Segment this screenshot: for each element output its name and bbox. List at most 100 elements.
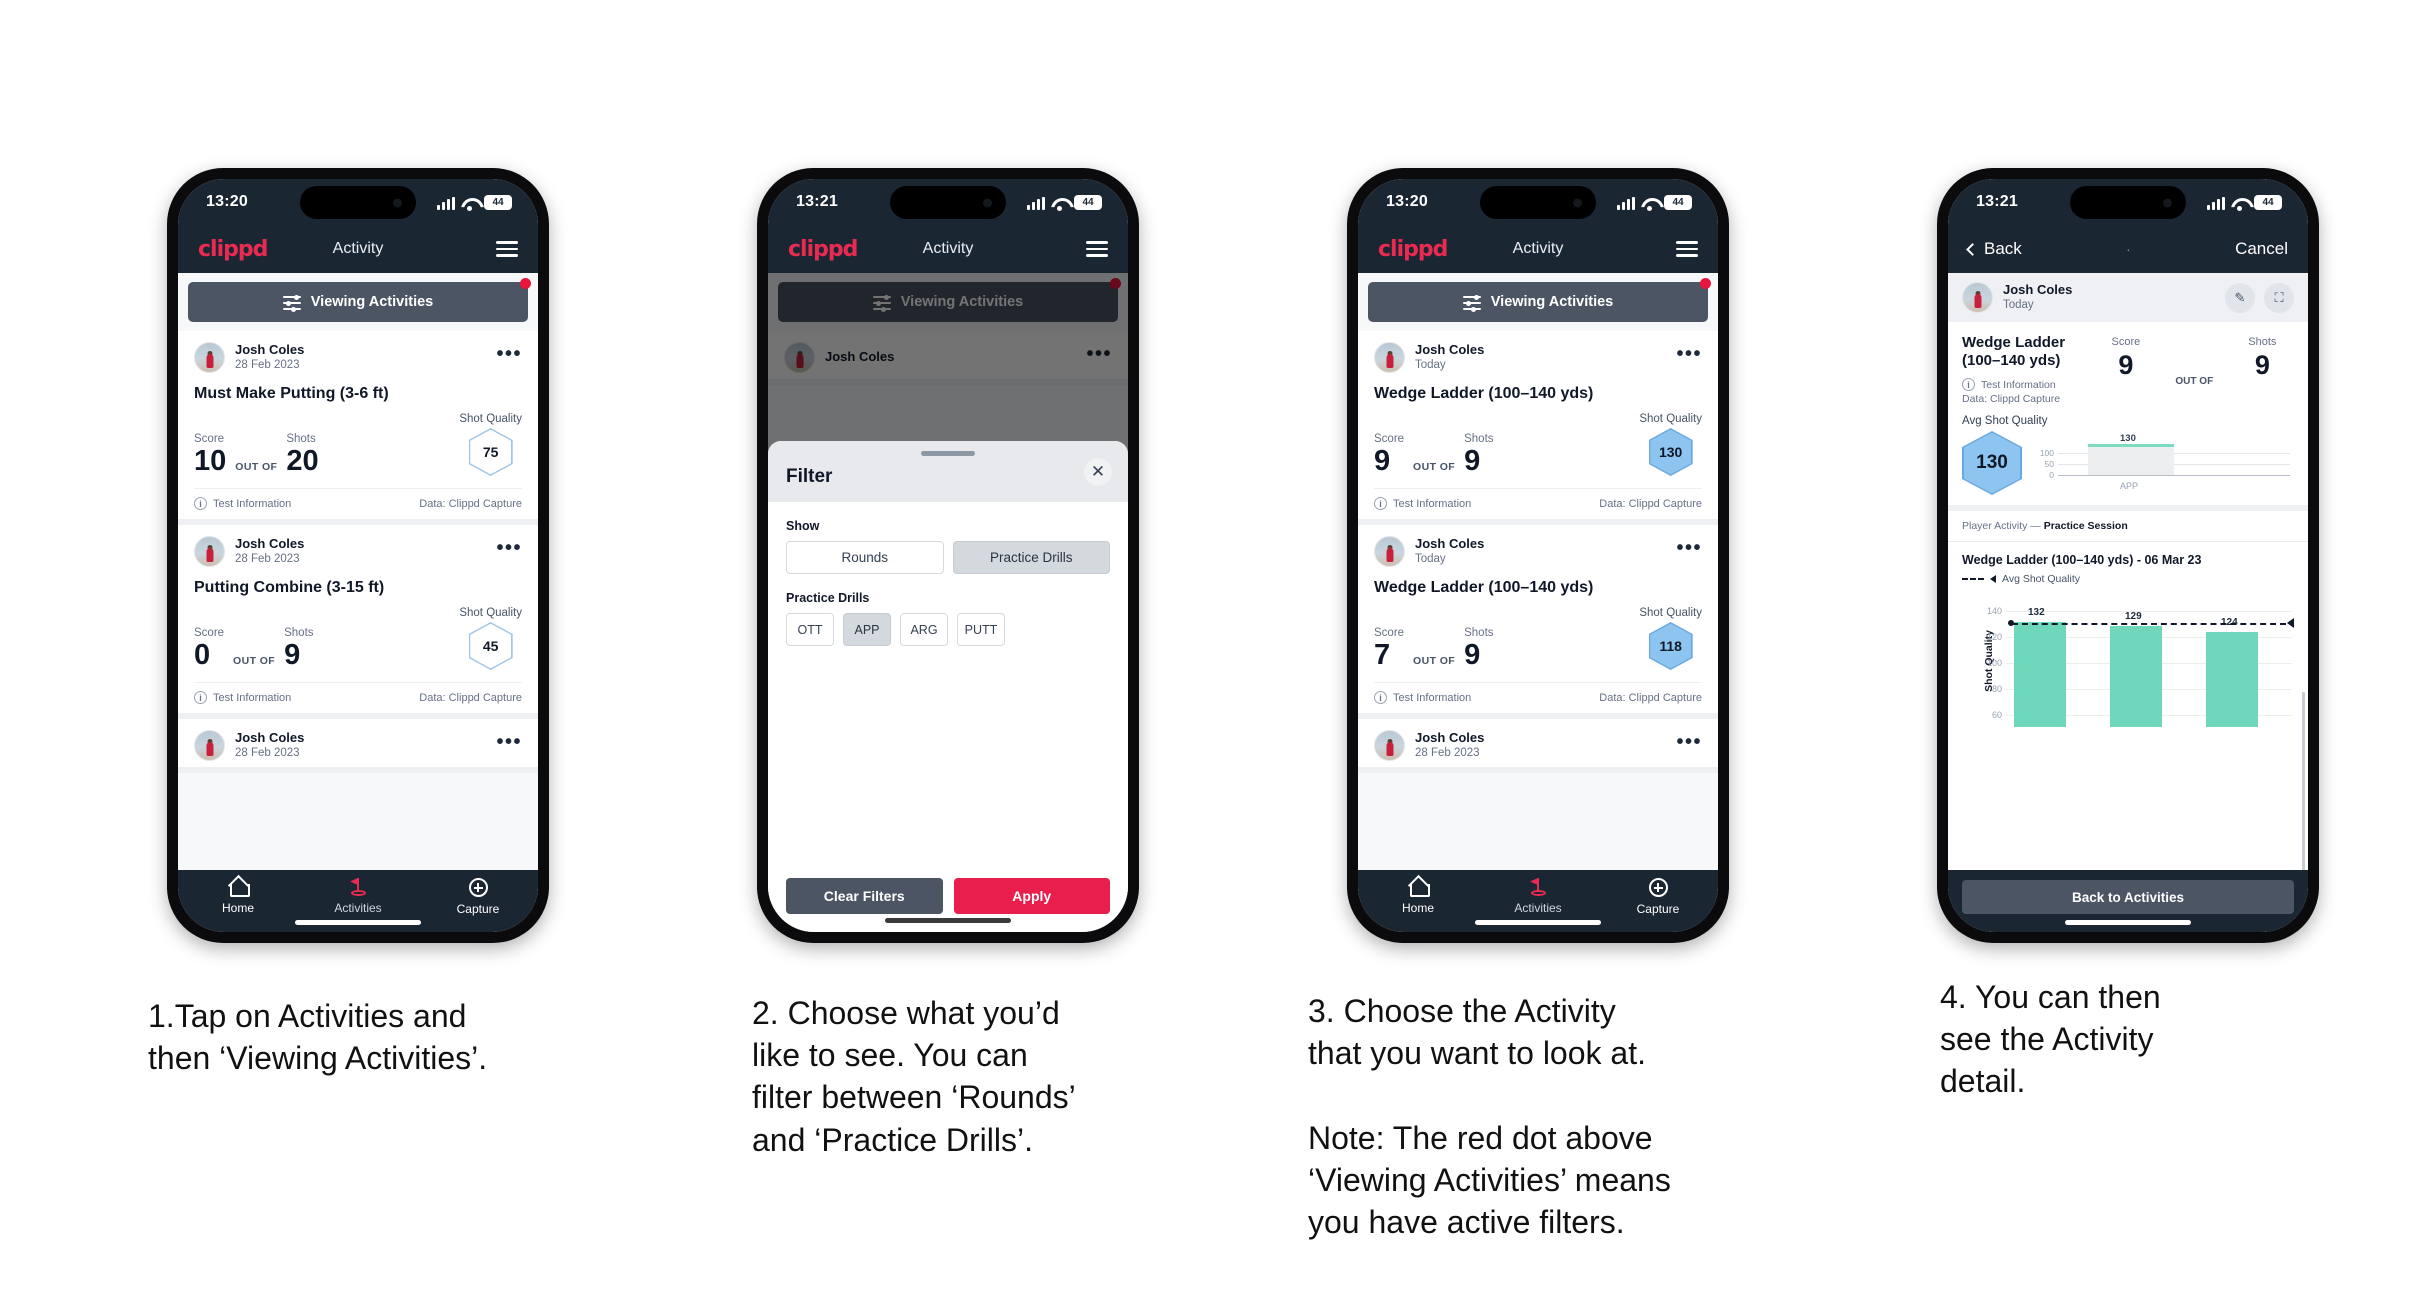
- home-indicator: [885, 918, 1011, 923]
- out-of-label: OUT OF: [235, 461, 278, 473]
- activity-card[interactable]: Josh Coles Today ••• Wedge Ladder (100–1…: [1358, 525, 1718, 719]
- drill-option-ott[interactable]: OTT: [786, 613, 834, 646]
- data-source-label: Data: Clippd Capture: [1599, 691, 1702, 704]
- active-filter-badge: [520, 278, 531, 289]
- detail-summary: Wedge Ladder (100–140 yds) i Test Informa…: [1948, 322, 2308, 411]
- user-name: Josh Coles: [1415, 342, 1485, 358]
- hamburger-icon[interactable]: [1676, 237, 1698, 261]
- drill-option-putt[interactable]: PUTT: [957, 613, 1005, 646]
- status-bar: 13:21 44: [768, 179, 1128, 225]
- drag-handle[interactable]: [921, 451, 975, 456]
- ytick-100: 100: [1986, 658, 2002, 668]
- hamburger-icon[interactable]: [1086, 237, 1108, 261]
- activity-card[interactable]: Josh Coles 28 Feb 2023 •••: [178, 719, 538, 773]
- activity-card[interactable]: Josh Coles 28 Feb 2023 ••• Putting Combi…: [178, 525, 538, 719]
- info-icon[interactable]: i: [1374, 691, 1387, 704]
- card-menu-icon[interactable]: •••: [496, 344, 522, 372]
- score-value: 7: [1374, 639, 1391, 671]
- status-bar: 13:20 44: [1358, 179, 1718, 225]
- info-icon[interactable]: i: [1374, 497, 1387, 510]
- dynamic-island: [2070, 186, 2186, 219]
- show-option-rounds[interactable]: Rounds: [786, 541, 944, 574]
- card-header: Josh Coles 28 Feb 2023 •••: [194, 525, 522, 573]
- card-metrics: Score 7 OUT OF Shots 9 Shot Quality 118: [1374, 601, 1702, 682]
- cellular-signal-icon: [1027, 196, 1045, 210]
- card-header: Josh Coles Today •••: [1374, 525, 1702, 573]
- activity-card[interactable]: Josh Coles Today ••• Wedge Ladder (100–1…: [1358, 331, 1718, 525]
- viewing-activities-button[interactable]: Viewing Activities: [1368, 278, 1711, 322]
- info-icon[interactable]: i: [1962, 378, 1975, 391]
- page-title: Activity: [1512, 240, 1564, 257]
- mini-ytick-100: 100: [2039, 448, 2054, 458]
- pencil-icon[interactable]: ✎: [2225, 282, 2255, 313]
- score-block: Score 10: [194, 433, 226, 476]
- nav-center-dot: ·: [2126, 241, 2131, 257]
- caption-step-4: 4. You can then see the Activity detail.: [1940, 979, 2161, 1100]
- card-menu-icon[interactable]: •••: [496, 732, 522, 760]
- phone-2-screen: 13:21 44 clippd Activity Viewing Activit…: [768, 179, 1128, 932]
- score-block: Score 0: [194, 627, 224, 670]
- clear-filters-button[interactable]: Clear Filters: [786, 878, 943, 914]
- shot-quality-badge: 130: [1648, 428, 1693, 476]
- card-menu-icon[interactable]: •••: [496, 538, 522, 566]
- close-icon[interactable]: ✕: [1084, 458, 1112, 486]
- hamburger-icon[interactable]: [496, 237, 518, 261]
- mini-bar-value: 130: [2120, 433, 2136, 444]
- cancel-button[interactable]: Cancel: [2235, 239, 2288, 259]
- show-option-practice-drills[interactable]: Practice Drills: [952, 541, 1110, 574]
- status-time: 13:21: [1976, 193, 2018, 210]
- avatar: [1374, 730, 1405, 761]
- avg-line-end-arrow: [2287, 618, 2294, 628]
- scrollbar-thumb[interactable]: [2302, 692, 2305, 870]
- info-icon[interactable]: i: [194, 691, 207, 704]
- user-name: Josh Coles: [235, 342, 305, 358]
- viewing-activities-button[interactable]: Viewing Activities: [188, 278, 531, 322]
- shots-label: Shots: [2248, 336, 2277, 348]
- tab-activities[interactable]: Activities: [1478, 878, 1598, 915]
- bar-2: [2110, 626, 2162, 727]
- clippd-logo[interactable]: clippd: [1378, 237, 1448, 262]
- card-menu-icon[interactable]: •••: [1676, 732, 1702, 760]
- back-button[interactable]: Back: [1966, 239, 2022, 259]
- activity-date: Today: [2003, 299, 2034, 312]
- test-information-label: Test Information: [1981, 378, 2056, 391]
- avg-shot-quality-body: 130 100 50 0 130 APP: [1962, 431, 2294, 495]
- filter-sheet: Filter ✕ Show Rounds Practice Drills Pra…: [768, 441, 1128, 932]
- card-menu-icon[interactable]: •••: [1676, 344, 1702, 372]
- score-block: Score 9: [1374, 433, 1404, 476]
- arrow-icon: [1990, 575, 1996, 583]
- card-menu-icon[interactable]: •••: [1676, 538, 1702, 566]
- tab-home[interactable]: Home: [178, 878, 298, 915]
- shots-value: 9: [1464, 445, 1481, 477]
- fullscreen-icon[interactable]: ⛶: [2264, 282, 2294, 313]
- drill-option-arg[interactable]: ARG: [900, 613, 948, 646]
- tab-capture[interactable]: Capture: [1598, 878, 1718, 916]
- practice-drill-options: OTT APP ARG PUTT: [786, 613, 1110, 646]
- shot-quality-block: Shot Quality 118: [1639, 607, 1702, 670]
- dynamic-island: [1480, 186, 1596, 219]
- breadcrumb-prefix: Player Activity —: [1962, 520, 2044, 532]
- card-header: Josh Coles Today •••: [1374, 331, 1702, 379]
- avg-shot-quality-row: Avg Shot Quality 130 100 50 0 130 APP: [1948, 411, 2308, 505]
- mini-ytick-50: 50: [2044, 459, 2054, 469]
- info-icon[interactable]: i: [194, 497, 207, 510]
- home-indicator: [1475, 920, 1601, 925]
- activity-card[interactable]: Josh Coles 28 Feb 2023 ••• Must Make Put…: [178, 331, 538, 525]
- tab-home-label: Home: [221, 901, 254, 915]
- tab-activities[interactable]: Activities: [298, 878, 418, 915]
- status-time: 13:21: [796, 193, 838, 210]
- test-information-label: Test Information: [1393, 497, 1472, 510]
- drill-option-app[interactable]: APP: [843, 613, 891, 646]
- clippd-logo[interactable]: clippd: [788, 237, 858, 262]
- clippd-logo[interactable]: clippd: [198, 237, 268, 262]
- tab-capture[interactable]: Capture: [418, 878, 538, 916]
- plus-circle-icon: [468, 878, 488, 897]
- apply-button[interactable]: Apply: [953, 878, 1110, 914]
- activity-title: Wedge Ladder (100–140 yds): [1374, 579, 1594, 596]
- detail-user: Josh Coles Today: [2003, 282, 2072, 313]
- back-to-activities-button[interactable]: Back to Activities: [1962, 880, 2294, 914]
- activity-card[interactable]: Josh Coles 28 Feb 2023 •••: [1358, 719, 1718, 773]
- data-source-label: Data: Clippd Capture: [1599, 497, 1702, 510]
- status-bar: 13:21 44: [1948, 179, 2308, 225]
- tab-home[interactable]: Home: [1358, 878, 1478, 915]
